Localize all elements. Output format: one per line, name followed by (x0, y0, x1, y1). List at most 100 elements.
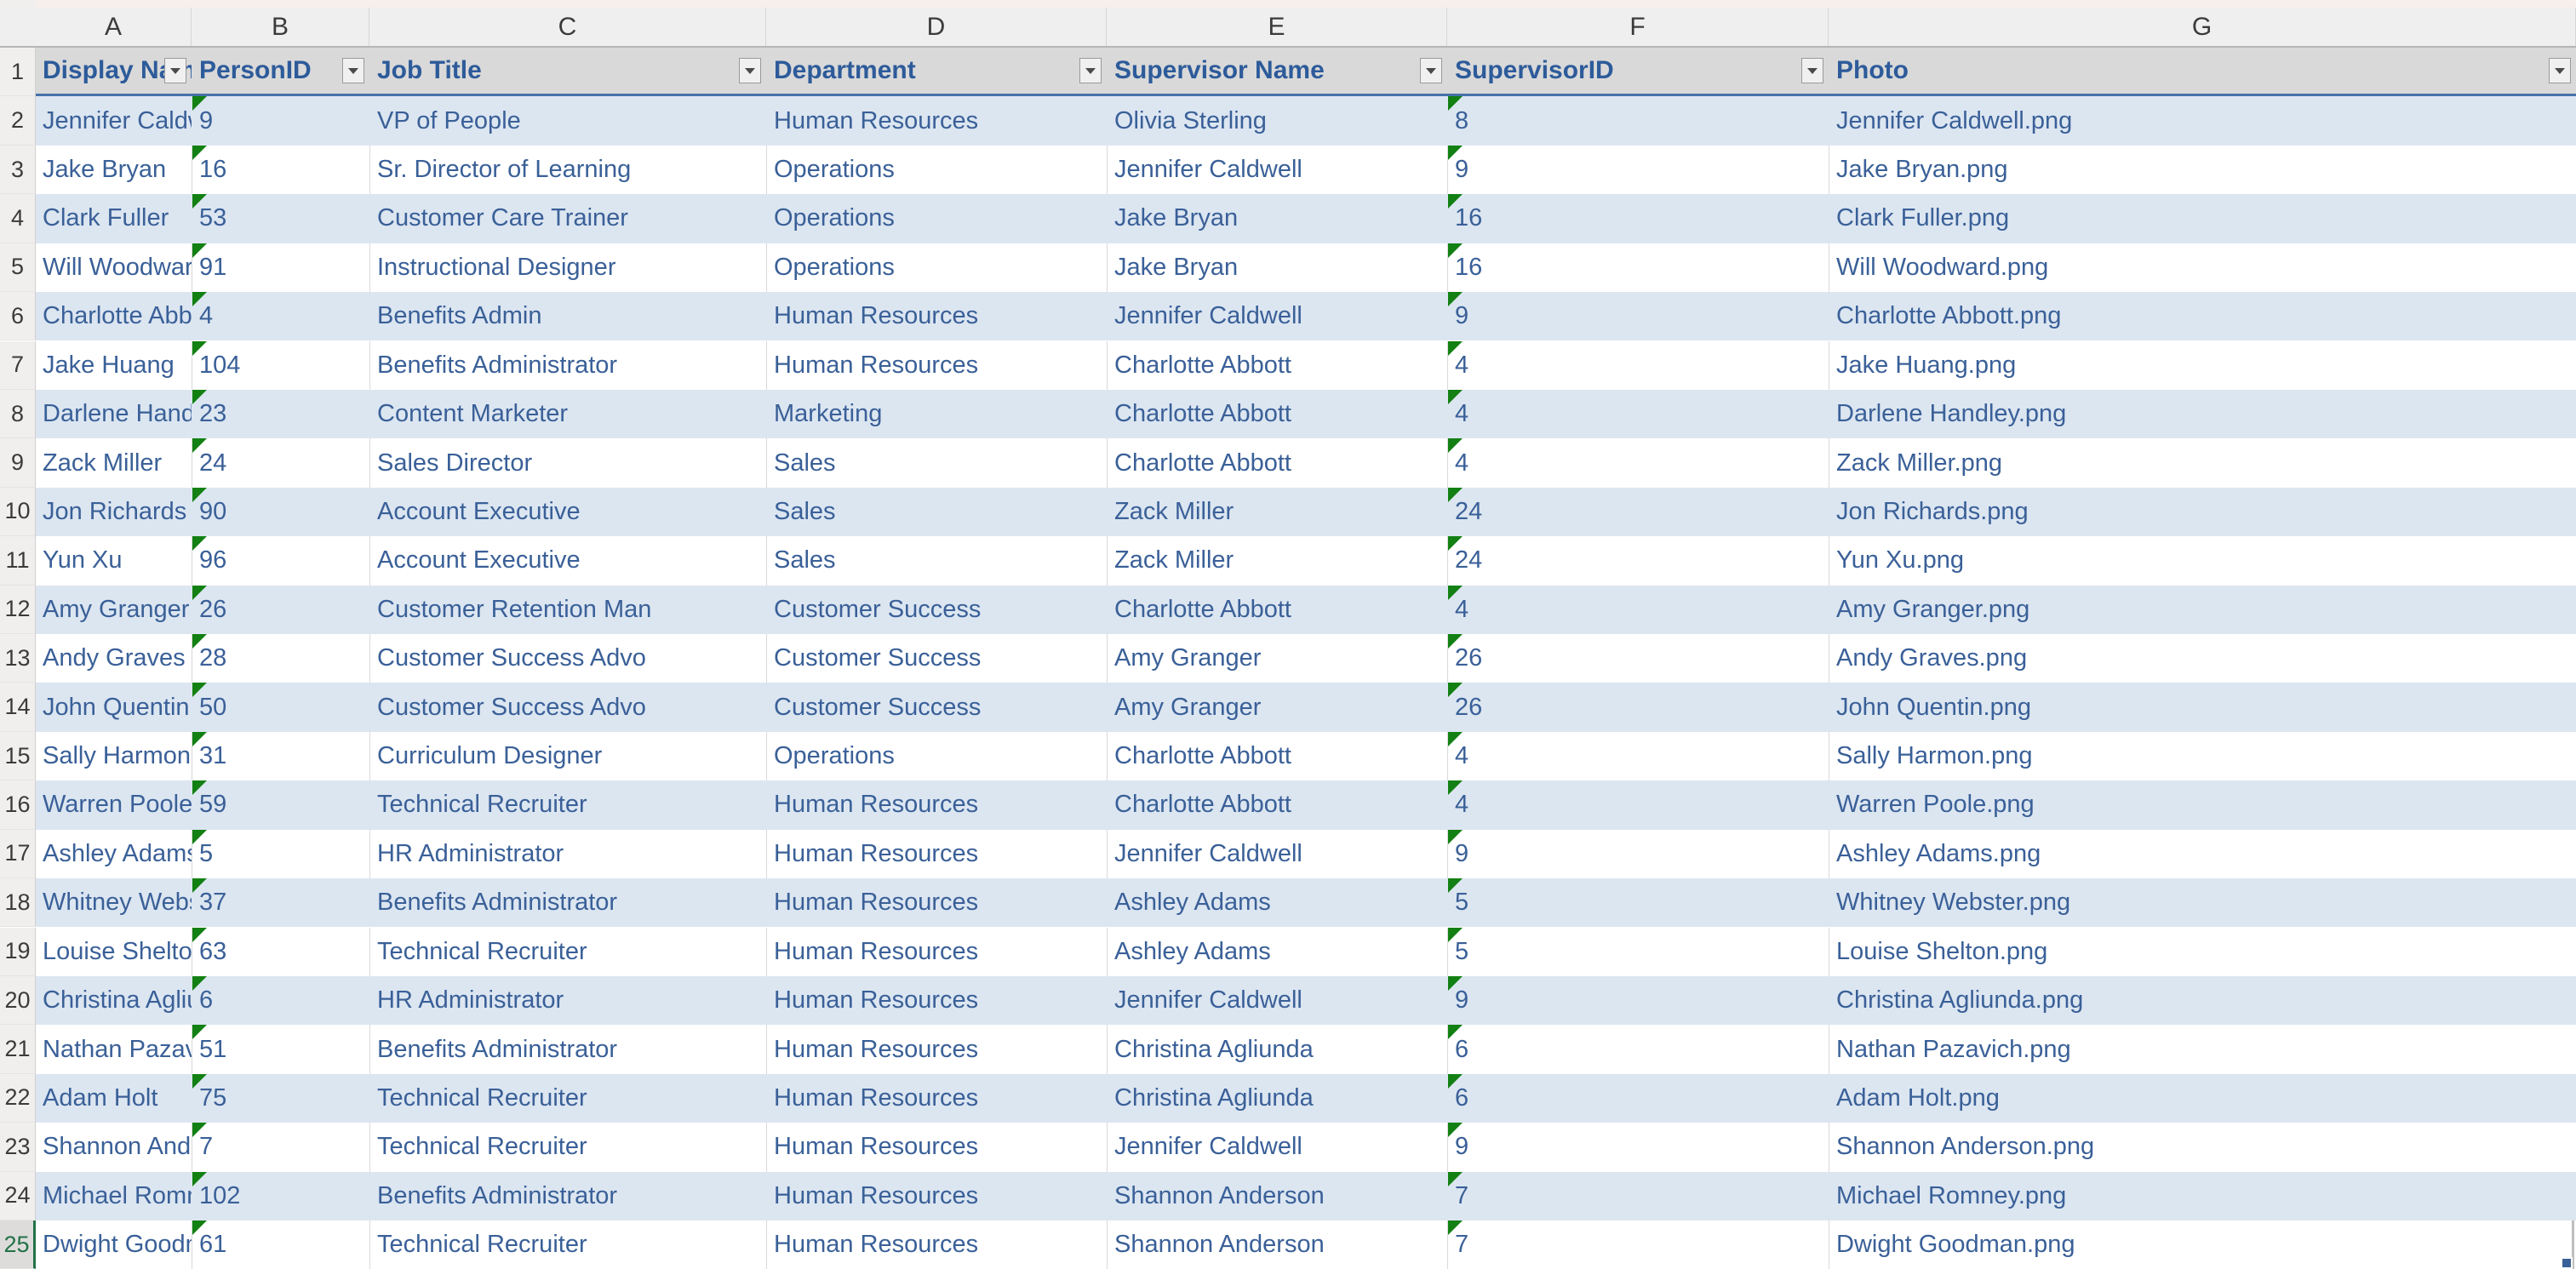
cell-D22[interactable]: Human Resources (766, 1073, 1107, 1123)
table-row[interactable]: 10 Jon Richards 90 Account Executive Sales Za… (0, 487, 2576, 537)
table-row[interactable]: 15 Sally Harmon 31 Curriculum Designer Opera… (0, 731, 2576, 781)
cell-C22[interactable]: Technical Recruiter (369, 1073, 766, 1123)
cell-B24[interactable]: 102 (192, 1171, 369, 1220)
cell-D4[interactable]: Operations (766, 194, 1107, 243)
row-header-18[interactable]: 18 (0, 878, 36, 928)
cell-G7[interactable]: Jake Huang.png (1829, 340, 2576, 390)
cell-D3[interactable]: Operations (766, 145, 1107, 195)
cell-F4[interactable]: 16 (1447, 194, 1829, 243)
column-filter-header-e[interactable]: Supervisor Name (1107, 48, 1447, 94)
row-header-9[interactable]: 9 (0, 438, 36, 488)
cell-E4[interactable]: Jake Bryan (1107, 194, 1447, 243)
cell-E23[interactable]: Jennifer Caldwell (1107, 1123, 1447, 1172)
cell-G16[interactable]: Warren Poole.png (1829, 780, 2576, 830)
cell-A7[interactable]: Jake Huang (36, 340, 192, 390)
cell-F12[interactable]: 4 (1447, 585, 1829, 634)
cell-F10[interactable]: 24 (1447, 487, 1829, 537)
cell-B21[interactable]: 51 (192, 1025, 369, 1074)
table-row[interactable]: 22 Adam Holt 75 Technical Recruiter Human Re… (0, 1073, 2576, 1123)
cell-C3[interactable]: Sr. Director of Learning (369, 145, 766, 195)
column-header-g[interactable]: G (1829, 8, 2576, 46)
table-row[interactable]: 2Jennifer Caldwell9 VP of People Human Res… (0, 96, 2576, 146)
cell-C9[interactable]: Sales Director (369, 438, 766, 488)
filter-dropdown-button-c[interactable] (739, 58, 761, 84)
column-filter-header-f[interactable]: SupervisorID (1447, 48, 1829, 94)
cell-B25[interactable]: 61 (192, 1220, 369, 1269)
cell-D20[interactable]: Human Resources (766, 975, 1107, 1026)
table-row[interactable]: 12 Amy Granger 26 Customer Retention Man Cus… (0, 585, 2576, 634)
cell-B19[interactable]: 63 (192, 927, 369, 976)
cell-C19[interactable]: Technical Recruiter (369, 927, 766, 976)
cell-C2[interactable]: VP of People (369, 96, 766, 146)
cell-E25[interactable]: Shannon Anderson (1107, 1220, 1447, 1269)
cell-G4[interactable]: Clark Fuller.png (1829, 194, 2576, 243)
cell-E15[interactable]: Charlotte Abbott (1107, 731, 1447, 781)
cell-F7[interactable]: 4 (1447, 340, 1829, 390)
cell-G25[interactable]: Dwight Goodman.png (1829, 1220, 2576, 1269)
cell-G17[interactable]: Ashley Adams.png (1829, 829, 2576, 879)
cell-G10[interactable]: Jon Richards.png (1829, 487, 2576, 537)
table-header-row[interactable]: 1Display NamePersonID Job Title Department… (0, 48, 2576, 97)
cell-A5[interactable]: Will Woodward (36, 243, 192, 293)
cell-G19[interactable]: Louise Shelton.png (1829, 927, 2576, 976)
row-header-22[interactable]: 22 (0, 1073, 36, 1123)
filter-dropdown-button-b[interactable] (342, 58, 364, 84)
cell-C8[interactable]: Content Marketer (369, 389, 766, 439)
table-row[interactable]: 8Darlene Handley23 Content Marketer Market… (0, 389, 2576, 439)
table-row[interactable]: 18Whitney Webster37 Benefits Administrato… (0, 878, 2576, 928)
selection-fill-handle[interactable] (2561, 1257, 2573, 1269)
cell-F24[interactable]: 7 (1447, 1171, 1829, 1220)
column-header-f[interactable]: F (1447, 8, 1829, 46)
cell-B8[interactable]: 23 (192, 389, 369, 439)
row-header-11[interactable]: 11 (0, 536, 36, 586)
cell-D23[interactable]: Human Resources (766, 1123, 1107, 1172)
cell-A6[interactable]: Charlotte Abbott (36, 292, 192, 341)
cell-D10[interactable]: Sales (766, 487, 1107, 537)
cell-F18[interactable]: 5 (1447, 878, 1829, 928)
cell-E22[interactable]: Christina Agliunda (1107, 1073, 1447, 1123)
cell-A9[interactable]: Zack Miller (36, 438, 192, 488)
column-filter-header-a[interactable]: Display Name (36, 48, 192, 94)
row-header-8[interactable]: 8 (0, 389, 36, 439)
cell-D17[interactable]: Human Resources (766, 829, 1107, 879)
cell-B20[interactable]: 6 (192, 975, 369, 1026)
row-header-24[interactable]: 24 (0, 1171, 36, 1220)
table-row[interactable]: 16 Warren Poole 59 Technical Recruiter Human… (0, 780, 2576, 830)
cell-A24[interactable]: Michael Romney (36, 1171, 192, 1220)
spreadsheet-grid[interactable]: 1Display NamePersonID Job Title Department… (0, 48, 2576, 1269)
cell-D9[interactable]: Sales (766, 438, 1107, 488)
cell-A19[interactable]: Louise Shelton (36, 927, 192, 976)
filter-dropdown-button-e[interactable] (1420, 58, 1442, 84)
cell-A18[interactable]: Whitney Webster (36, 878, 192, 928)
column-header-a[interactable]: A (36, 8, 192, 46)
cell-G3[interactable]: Jake Bryan.png (1829, 145, 2576, 195)
cell-B11[interactable]: 96 (192, 536, 369, 586)
table-row[interactable]: 11 Yun Xu 96 Account Executive Sales Zack Mil… (0, 536, 2576, 586)
cell-C13[interactable]: Customer Success Advo (369, 634, 766, 683)
cell-C10[interactable]: Account Executive (369, 487, 766, 537)
row-header-14[interactable]: 14 (0, 683, 36, 732)
cell-E7[interactable]: Charlotte Abbott (1107, 340, 1447, 390)
cell-C12[interactable]: Customer Retention Man (369, 585, 766, 634)
cell-G2[interactable]: Jennifer Caldwell.png (1829, 96, 2576, 146)
cell-B18[interactable]: 37 (192, 878, 369, 928)
cell-E19[interactable]: Ashley Adams (1107, 927, 1447, 976)
table-row[interactable]: 7 Jake Huang 104 Benefits Administrator Huma… (0, 340, 2576, 390)
cell-G24[interactable]: Michael Romney.png (1829, 1171, 2576, 1220)
column-filter-header-c[interactable]: Job Title (369, 48, 766, 94)
cell-E17[interactable]: Jennifer Caldwell (1107, 829, 1447, 879)
column-header-c[interactable]: C (369, 8, 766, 46)
cell-F2[interactable]: 8 (1447, 96, 1829, 146)
column-filter-header-d[interactable]: Department (766, 48, 1107, 94)
cell-C21[interactable]: Benefits Administrator (369, 1025, 766, 1074)
cell-B15[interactable]: 31 (192, 731, 369, 781)
cell-B14[interactable]: 50 (192, 683, 369, 732)
cell-A16[interactable]: Warren Poole (36, 780, 192, 830)
cell-G20[interactable]: Christina Agliunda.png (1829, 975, 2576, 1026)
cell-A22[interactable]: Adam Holt (36, 1073, 192, 1123)
table-row[interactable]: 25Dwight Goodman61 Technical Recruiter Hum… (0, 1220, 2576, 1269)
cell-F20[interactable]: 9 (1447, 975, 1829, 1026)
cell-A17[interactable]: Ashley Adams (36, 829, 192, 879)
cell-F25[interactable]: 7 (1447, 1220, 1829, 1269)
table-row[interactable]: 20Christina Agliunda6 HR Administrator Hum… (0, 975, 2576, 1026)
